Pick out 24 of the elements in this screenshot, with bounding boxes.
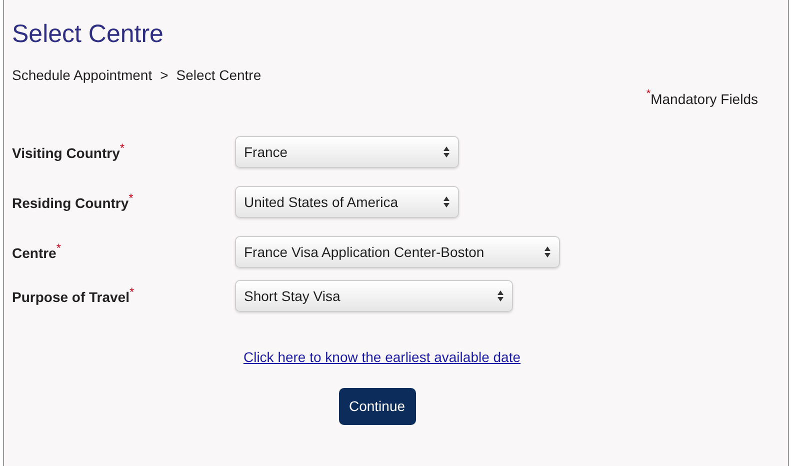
select-field[interactable]: France [235, 136, 459, 168]
required-mark: * [120, 142, 125, 154]
continue-button[interactable]: Continue [338, 388, 416, 425]
updown-icon [443, 146, 450, 158]
breadcrumb-separator: > [160, 66, 168, 84]
field-label: Visiting Country [12, 144, 120, 162]
mandatory-note: Mandatory Fields [650, 90, 758, 108]
breadcrumb-item: Select Centre [176, 66, 262, 84]
updown-icon [497, 290, 504, 302]
updown-icon [544, 246, 551, 258]
required-mark: * [56, 242, 62, 254]
field-label: Purpose of Travel [12, 288, 130, 306]
field-label: Centre [12, 244, 56, 262]
select-field[interactable]: United States of America [235, 186, 459, 218]
select-field[interactable]: France Visa Application Center-Boston [235, 236, 560, 268]
breadcrumb-item[interactable]: Schedule Appointment [12, 66, 152, 84]
required-mark: * [128, 192, 134, 204]
required-mark: * [129, 286, 134, 298]
select-field[interactable]: Short Stay Visa [235, 280, 513, 312]
page-title: Select Centre [12, 19, 164, 50]
updown-icon [443, 196, 450, 208]
earliest-date-link[interactable]: Click here to know the earliest available date [243, 347, 521, 368]
field-label: Residing Country [12, 194, 129, 212]
required-mark: * [646, 88, 651, 100]
